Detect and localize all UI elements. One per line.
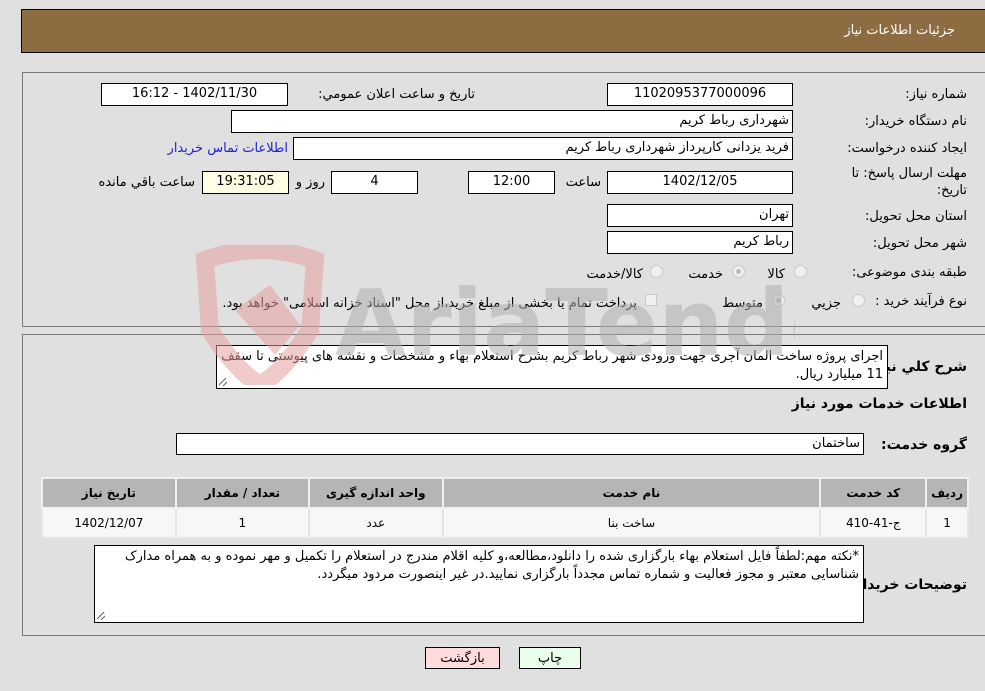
category-option-service: خدمت <box>688 267 723 282</box>
buyer-org-field[interactable]: شهرداری رباط کریم <box>231 110 793 133</box>
buyer-notes-label: توضیحات خریدار: <box>848 577 967 593</box>
category-radio-service[interactable] <box>732 265 745 278</box>
print-button[interactable]: چاپ <box>519 647 581 669</box>
creator-label: ایجاد کننده درخواست: <box>847 141 967 156</box>
process-radio-medium[interactable] <box>772 294 785 307</box>
need-details-panel: شرح کلي نیاز: اجرای پروژه ساخت المان آجر… <box>22 334 985 636</box>
buyer-contact-link[interactable]: اطلاعات تماس خریدار <box>168 141 288 156</box>
category-option-goods: کالا <box>767 267 785 282</box>
cell-unit: عدد <box>308 507 444 539</box>
table-row: 1 ج-41-410 ساخت بنا عدد 1 1402/12/07 <box>41 507 969 539</box>
process-option-minor: جزيي <box>811 296 841 311</box>
cell-service-code: ج-41-410 <box>819 507 928 539</box>
process-option-medium: متوسط <box>722 296 763 311</box>
page-title: جزئیات اطلاعات نیاز <box>844 23 955 38</box>
deadline-label-line1: مهلت ارسال پاسخ: تا <box>851 166 967 181</box>
col-header-service-code: کد خدمت <box>819 477 928 509</box>
remaining-time-label: ساعت باقي مانده <box>98 175 195 190</box>
service-group-label: گروه خدمت: <box>881 437 967 453</box>
services-table: ردیف کد خدمت نام خدمت واحد اندازه گیری ت… <box>41 477 969 539</box>
days-remaining-field[interactable]: 4 <box>331 171 418 194</box>
province-label: استان محل تحویل: <box>865 209 967 224</box>
page-header: جزئیات اطلاعات نیاز <box>21 9 985 53</box>
table-header-row: ردیف کد خدمت نام خدمت واحد اندازه گیری ت… <box>41 477 969 509</box>
description-textarea[interactable]: اجرای پروژه ساخت المان آجری جهت ورودی شه… <box>216 345 888 389</box>
treasury-checkbox[interactable] <box>645 294 657 306</box>
resize-grip-icon[interactable] <box>219 378 227 386</box>
cell-quantity: 1 <box>174 507 311 539</box>
col-header-unit: واحد اندازه گیری <box>308 477 444 509</box>
col-header-quantity: تعداد / مقدار <box>174 477 311 509</box>
category-option-goods-service: کالا/خدمت <box>586 267 643 282</box>
days-label: روز و <box>295 175 325 190</box>
creator-field[interactable]: فرید یزدانی کارپرداز شهرداری رباط کریم <box>293 137 793 160</box>
process-radio-minor[interactable] <box>852 294 865 307</box>
services-section-title: اطلاعات خدمات مورد نیاز <box>791 396 967 412</box>
back-button[interactable]: بازگشت <box>425 647 500 669</box>
deadline-date-field[interactable]: 1402/12/05 <box>607 171 793 194</box>
deadline-time-label: ساعت <box>565 175 601 190</box>
deadline-time-field[interactable]: 12:00 <box>468 171 555 194</box>
treasury-checkbox-label: پرداخت تمام یا بخشی از مبلغ خرید،از محل … <box>222 296 637 311</box>
province-field[interactable]: تهران <box>607 204 793 227</box>
col-header-need-date: تاریخ نیاز <box>41 477 177 509</box>
col-header-service-name: نام خدمت <box>441 477 822 509</box>
cell-need-date: 1402/12/07 <box>41 507 177 539</box>
remaining-time-field[interactable]: 19:31:05 <box>202 171 289 194</box>
col-header-row-number: ردیف <box>925 477 969 509</box>
process-label: نوع فرآیند خرید : <box>875 294 967 309</box>
deadline-label-line2: تاریخ: <box>936 183 967 198</box>
category-radio-goods-service[interactable] <box>650 265 663 278</box>
category-label: طبقه بندی موضوعی: <box>851 265 967 280</box>
cell-row-number: 1 <box>925 507 969 539</box>
city-field[interactable]: رباط کریم <box>607 231 793 254</box>
city-label: شهر محل تحویل: <box>872 236 967 251</box>
cell-service-name: ساخت بنا <box>441 507 822 539</box>
need-number-field[interactable]: 1102095377000096 <box>607 83 793 106</box>
buyer-notes-textarea[interactable]: *نکته مهم:لطفاً فایل استعلام بهاء بارگزا… <box>94 545 864 623</box>
description-text: اجرای پروژه ساخت المان آجری جهت ورودی شه… <box>221 349 883 382</box>
category-radio-goods[interactable] <box>794 265 807 278</box>
resize-grip-icon[interactable] <box>97 612 105 620</box>
buyer-notes-text: *نکته مهم:لطفاً فایل استعلام بهاء بارگزا… <box>124 549 859 582</box>
buyer-org-label: نام دستگاه خریدار: <box>864 114 967 129</box>
need-info-panel: شماره نیاز: 1102095377000096 تاریخ و ساع… <box>22 72 985 327</box>
service-group-field[interactable]: ساختمان <box>176 433 864 455</box>
need-number-label: شماره نیاز: <box>905 87 967 102</box>
announce-label: تاریخ و ساعت اعلان عمومي: <box>318 87 475 102</box>
announce-datetime-field[interactable]: 1402/11/30 - 16:12 <box>101 83 288 106</box>
deadline-label: مهلت ارسال پاسخ: تا تاریخ: <box>852 165 967 199</box>
